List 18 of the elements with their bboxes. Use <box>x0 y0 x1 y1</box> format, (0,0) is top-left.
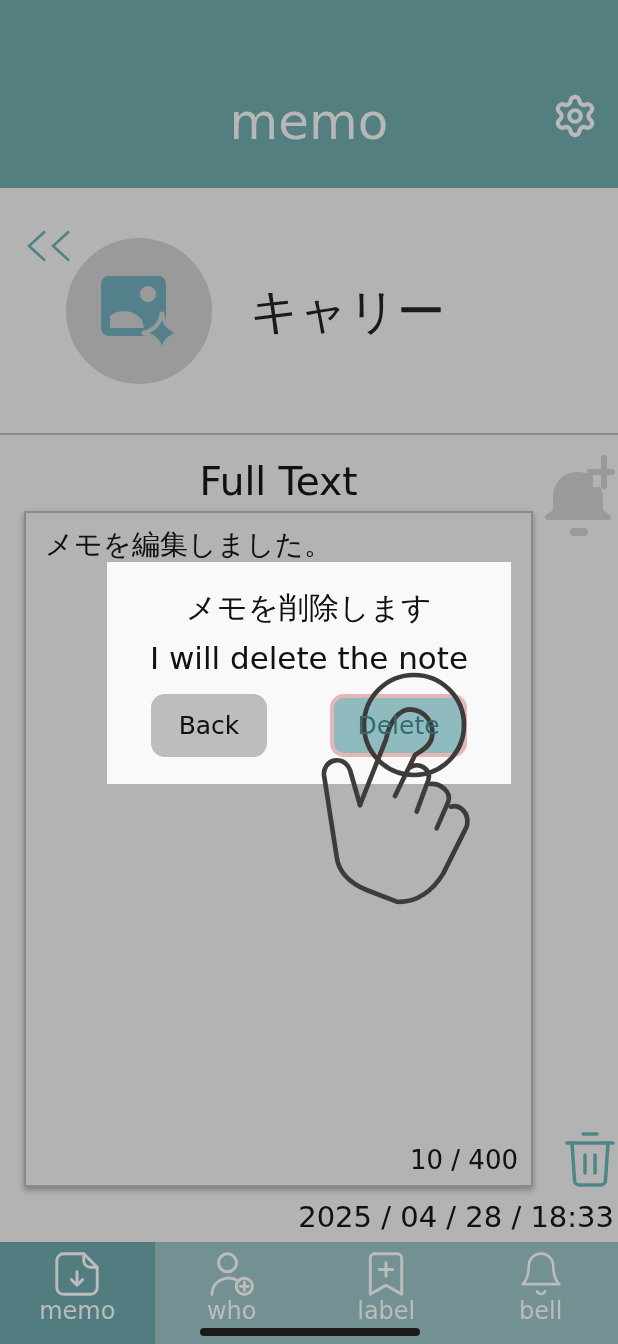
section-heading: Full Text <box>198 458 359 506</box>
timestamp: 2025 / 04 / 28 / 18:33 <box>298 1199 615 1236</box>
nav-tab[interactable]: label <box>309 1242 464 1344</box>
app-title: memo <box>229 92 389 152</box>
character-counter: 10 / 400 <box>410 1144 518 1177</box>
nav-tab[interactable]: bell <box>463 1242 618 1344</box>
nav-tab[interactable]: memo <box>0 1242 155 1344</box>
document-download-icon <box>55 1252 100 1296</box>
dialog-message: メモを削除します <box>186 589 432 627</box>
back-button[interactable]: Back <box>151 694 267 757</box>
double-chevron-left-icon[interactable] <box>27 230 71 262</box>
contact-name: キャリー <box>250 282 445 341</box>
person-add-icon <box>209 1252 254 1296</box>
memo-text: メモを編集しました。 <box>45 527 332 563</box>
dialog-message-english: I will delete the note <box>149 639 469 678</box>
nav-tab[interactable]: who <box>154 1242 309 1344</box>
bell-icon <box>518 1252 563 1296</box>
trash-icon[interactable] <box>565 1131 615 1187</box>
